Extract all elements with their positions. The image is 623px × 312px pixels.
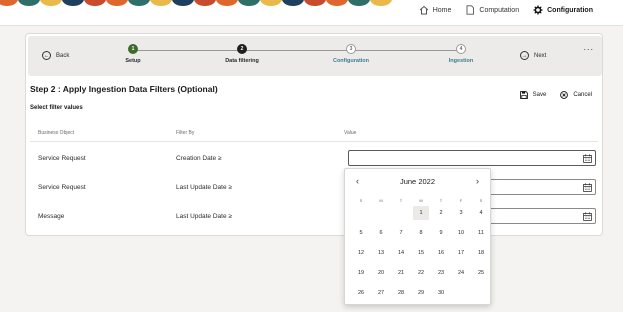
column-value: Value	[344, 130, 357, 136]
calendar-day[interactable]: 20	[373, 266, 389, 280]
weekday-header: F	[459, 198, 463, 203]
weekday-header: S	[479, 198, 483, 203]
step-data-filtering[interactable]: 2 Data filtering	[212, 44, 272, 64]
datepicker-month[interactable]: June 2022	[345, 177, 490, 186]
calendar-day[interactable]: 27	[373, 286, 389, 300]
next-label: Next	[534, 52, 547, 59]
calendar-day[interactable]: 13	[373, 246, 389, 260]
calendar-day[interactable]: 4	[473, 206, 489, 220]
calendar-day[interactable]: 2	[433, 206, 449, 220]
calendar-day[interactable]: 26	[353, 286, 369, 300]
calendar-day[interactable]: 14	[393, 246, 409, 260]
calendar-day[interactable]: 17	[453, 246, 469, 260]
weekday-header: M	[379, 198, 383, 203]
calendar-day[interactable]: 30	[433, 286, 449, 300]
action-bar: Save Cancel	[519, 91, 592, 99]
gear-icon	[533, 5, 543, 15]
home-icon	[419, 5, 429, 15]
datepicker-header: ‹ June 2022 ›	[345, 176, 490, 189]
nav-configuration[interactable]: Configuration	[533, 5, 593, 15]
calendar-day[interactable]: 15	[413, 246, 429, 260]
step-label: Data filtering	[225, 58, 259, 64]
calendar-day[interactable]: 6	[373, 226, 389, 240]
calendar-day[interactable]: 10	[453, 226, 469, 240]
weekday-header: T	[439, 198, 443, 203]
calendar-day[interactable]: 22	[413, 266, 429, 280]
top-banner: Home Computation Configuration	[0, 0, 623, 26]
column-filter-by: Filter By	[176, 130, 195, 136]
step-number: 1	[128, 44, 138, 54]
nav-computation[interactable]: Computation	[465, 5, 519, 15]
more-options-icon[interactable]: ...	[583, 42, 594, 52]
document-icon	[466, 5, 475, 15]
calendar-day[interactable]: 7	[393, 226, 409, 240]
calendar-day[interactable]: 9	[433, 226, 449, 240]
filter-by-cell: Last Update Date ≥	[176, 213, 232, 220]
step-label: Configuration	[332, 58, 370, 64]
calendar-day[interactable]: 29	[413, 286, 429, 300]
column-business-object: Business Object	[38, 130, 75, 136]
wizard-card: ← Back 1 Setup 2 Data filtering 3 Config…	[25, 33, 603, 236]
step-number: 3	[346, 44, 356, 54]
business-object-cell: Service Request	[38, 184, 86, 191]
calendar-day[interactable]: 21	[393, 266, 409, 280]
step-number: 2	[237, 44, 247, 54]
back-label: Back	[56, 52, 70, 59]
chevron-right-icon[interactable]: ›	[476, 176, 479, 186]
step-label: Setup	[125, 58, 141, 64]
step-number: 4	[456, 44, 466, 54]
back-button[interactable]: ← Back	[42, 51, 69, 60]
cancel-button[interactable]: Cancel	[560, 91, 592, 99]
calendar-day[interactable]: 28	[393, 286, 409, 300]
section-subtitle: Select filter values	[30, 105, 83, 111]
calendar-day[interactable]: 5	[353, 226, 369, 240]
arrow-left-icon: ←	[42, 51, 51, 60]
next-button[interactable]: → Next	[520, 51, 546, 60]
page-title: Step 2 : Apply Ingestion Data Filters (O…	[30, 84, 218, 94]
calendar-day[interactable]: 12	[353, 246, 369, 260]
calendar-day[interactable]: 23	[433, 266, 449, 280]
cancel-icon	[560, 91, 569, 99]
step-train: ← Back 1 Setup 2 Data filtering 3 Config…	[28, 36, 602, 76]
nav-home[interactable]: Home	[419, 5, 452, 15]
business-object-cell: Message	[38, 213, 65, 220]
calendar-day[interactable]: 16	[433, 246, 449, 260]
table-header: Business Object Filter By Value	[30, 122, 598, 142]
banner-decoration	[0, 0, 400, 6]
weekday-header: W	[419, 198, 423, 203]
weekday-header: S	[359, 198, 363, 203]
calendar-icon[interactable]	[583, 183, 592, 192]
weekday-header: T	[399, 198, 403, 203]
save-button[interactable]: Save	[519, 91, 547, 99]
nav-computation-label: Computation	[479, 6, 520, 14]
datepicker-popup: ‹ June 2022 › S M T W T F S 1 2 3 4 5 6 7 8 9 10 11 12 13 14…	[344, 168, 491, 305]
calendar-day[interactable]: 8	[413, 226, 429, 240]
save-icon	[519, 91, 528, 99]
calendar-day[interactable]: 19	[353, 266, 369, 280]
step-setup[interactable]: 1 Setup	[103, 44, 163, 64]
filter-by-cell: Last Update Date ≥	[176, 184, 232, 191]
calendar-day[interactable]: 11	[473, 226, 489, 240]
calendar-day[interactable]: 1	[413, 206, 429, 220]
step-configuration[interactable]: 3 Configuration	[321, 44, 381, 64]
arrow-right-icon: →	[520, 51, 529, 60]
top-nav: Home Computation Configuration	[419, 5, 593, 15]
nav-configuration-label: Configuration	[547, 6, 593, 14]
calendar-day[interactable]: 25	[473, 266, 489, 280]
calendar-day[interactable]: 3	[453, 206, 469, 220]
calendar-day[interactable]: 18	[473, 246, 489, 260]
calendar-icon[interactable]	[583, 154, 592, 163]
calendar-day[interactable]: 24	[453, 266, 469, 280]
step-label: Ingestion	[448, 58, 474, 64]
calendar-icon[interactable]	[583, 212, 592, 221]
nav-home-label: Home	[432, 6, 452, 14]
train-connector	[133, 50, 461, 51]
cancel-label: Cancel	[573, 92, 592, 98]
business-object-cell: Service Request	[38, 155, 86, 162]
save-label: Save	[532, 92, 547, 98]
filter-by-cell: Creation Date ≥	[176, 155, 222, 162]
date-field[interactable]	[348, 150, 596, 166]
step-ingestion[interactable]: 4 Ingestion	[431, 44, 491, 64]
